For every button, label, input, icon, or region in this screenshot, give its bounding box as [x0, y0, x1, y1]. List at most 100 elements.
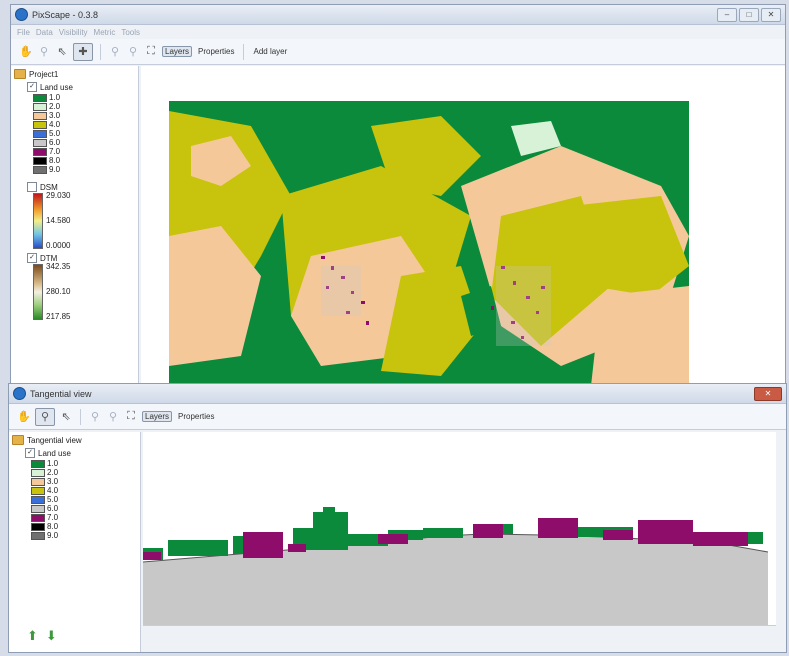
zoom-in-icon[interactable]: ⚲: [108, 44, 122, 60]
properties-button[interactable]: Properties: [176, 412, 216, 421]
add-layer-button[interactable]: Add layer: [251, 47, 289, 56]
legend-label: 3.0: [47, 477, 59, 486]
tangential-canvas[interactable]: [143, 432, 776, 638]
map-canvas[interactable]: [141, 66, 785, 389]
tangential-layer-panel: Tangential view ✓ Land use 1.0 2.0 3.0 4.0 5…: [9, 432, 141, 652]
minimize-button[interactable]: –: [717, 8, 737, 22]
tangential-toolbar: ✋ ⚲ ⇖ ⚲ ⚲ ⛶ Layers Properties: [9, 404, 786, 430]
legend-entry: 3.0: [31, 477, 140, 486]
toolbar-separator: [80, 408, 81, 425]
folder-icon: [14, 69, 26, 79]
legend-label: 2.0: [49, 102, 61, 111]
legend-swatch: [31, 486, 45, 495]
layer-dsm[interactable]: DSM: [11, 180, 138, 193]
layer-panel: Project1 ✓ Land use 1.0 2.0 3.0 4.0 5.0 6.0 7.…: [11, 66, 139, 389]
legend-swatch: [31, 468, 45, 477]
legend-entry: 5.0: [33, 129, 138, 138]
hand-icon[interactable]: ✋: [19, 44, 33, 60]
legend-entry: 9.0: [31, 531, 140, 540]
legend-label: 3.0: [49, 111, 61, 120]
legend-entry: 8.0: [31, 522, 140, 531]
layers-toggle[interactable]: Layers: [142, 411, 173, 422]
legend-label: 9.0: [47, 531, 59, 540]
land-use-legend: 1.0 2.0 3.0 4.0 5.0 6.0 7.0 8.0 9.0: [9, 459, 140, 540]
menu-visibility[interactable]: Visibility: [59, 28, 88, 37]
horizontal-scrollbar[interactable]: [143, 625, 776, 638]
toolbar-separator: [243, 43, 245, 60]
legend-swatch: [33, 156, 47, 165]
legend-label: 1.0: [49, 93, 61, 102]
toolbar-separator: [100, 43, 101, 60]
properties-button[interactable]: Properties: [196, 47, 236, 56]
legend-entry: 6.0: [33, 138, 138, 147]
layer-land-use[interactable]: ✓ Land use: [9, 446, 140, 459]
dsm-checkbox[interactable]: [27, 182, 37, 192]
legend-label: 1.0: [47, 459, 59, 468]
dsm-min-label: 0.0000: [46, 241, 71, 250]
legend-swatch: [33, 147, 47, 156]
layer-name: Land use: [38, 448, 71, 458]
close-button[interactable]: ✕: [754, 387, 782, 401]
tree-root[interactable]: Tangential view: [9, 432, 140, 446]
legend-label: 2.0: [47, 468, 59, 477]
arrow-up-icon[interactable]: ⬆: [27, 628, 38, 644]
legend-label: 7.0: [49, 147, 61, 156]
dtm-min-label: 217.85: [46, 312, 71, 321]
dsm-max-label: 29.030: [46, 191, 71, 200]
legend-swatch: [31, 513, 45, 522]
tangential-window: Tangential view ✕ ✋ ⚲ ⇖ ⚲ ⚲ ⛶ Layers Pro…: [8, 383, 787, 653]
zoom-extent-icon[interactable]: ⛶: [144, 44, 158, 60]
crosshair-icon[interactable]: ✚: [73, 42, 93, 61]
menu-file[interactable]: File: [17, 28, 30, 37]
magnifier-icon[interactable]: ⚲: [35, 407, 55, 426]
land-use-legend: 1.0 2.0 3.0 4.0 5.0 6.0 7.0 8.0 9.0: [11, 93, 138, 174]
zoom-extent-icon[interactable]: ⛶: [124, 409, 138, 425]
legend-swatch: [31, 504, 45, 513]
legend-label: 8.0: [49, 156, 61, 165]
folder-icon: [12, 435, 24, 445]
legend-label: 4.0: [49, 120, 61, 129]
legend-label: 5.0: [47, 495, 59, 504]
main-toolbar: ✋ ⚲ ⇖ ✚ ⚲ ⚲ ⛶ Layers Properties Add laye…: [11, 39, 785, 65]
dtm-gradient-legend: 342.35 280.10 217.85: [33, 262, 138, 322]
main-titlebar: PixScape - 0.3.8 – □ ✕: [11, 5, 785, 25]
legend-entry: 7.0: [33, 147, 138, 156]
tree-root[interactable]: Project1: [11, 66, 138, 80]
dtm-max-label: 342.35: [46, 262, 71, 271]
layer-order-controls: ⬆ ⬇: [27, 628, 57, 644]
app-logo-icon: [15, 8, 28, 21]
legend-label: 5.0: [49, 129, 61, 138]
legend-swatch: [33, 102, 47, 111]
arrow-down-icon[interactable]: ⬇: [46, 628, 57, 644]
legend-label: 9.0: [49, 165, 61, 174]
layer-name: Land use: [40, 82, 73, 92]
magnifier-icon[interactable]: ⚲: [37, 44, 51, 60]
menu-metric[interactable]: Metric: [94, 28, 116, 37]
legend-swatch: [33, 120, 47, 129]
zoom-out-icon[interactable]: ⚲: [126, 44, 140, 60]
close-button[interactable]: ✕: [761, 8, 781, 22]
legend-entry: 6.0: [31, 504, 140, 513]
menu-tools[interactable]: Tools: [121, 28, 140, 37]
layer-dtm[interactable]: ✓ DTM: [11, 251, 138, 264]
tangential-profile[interactable]: [143, 432, 776, 638]
layers-toggle[interactable]: Layers: [162, 46, 193, 57]
legend-swatch: [31, 531, 45, 540]
main-window: PixScape - 0.3.8 – □ ✕ File Data Visibil…: [10, 4, 786, 390]
maximize-button[interactable]: □: [739, 8, 759, 22]
zoom-out-icon[interactable]: ⚲: [106, 409, 120, 425]
pointer-icon[interactable]: ⇖: [55, 44, 69, 60]
legend-entry: 2.0: [31, 468, 140, 477]
land-use-checkbox[interactable]: ✓: [27, 82, 37, 92]
land-use-checkbox[interactable]: ✓: [25, 448, 35, 458]
menu-data[interactable]: Data: [36, 28, 53, 37]
legend-swatch: [31, 477, 45, 486]
legend-entry: 2.0: [33, 102, 138, 111]
hand-icon[interactable]: ✋: [17, 409, 31, 425]
dtm-checkbox[interactable]: ✓: [27, 253, 37, 263]
land-use-map[interactable]: [141, 66, 785, 389]
pointer-icon[interactable]: ⇖: [59, 409, 73, 425]
legend-swatch: [33, 138, 47, 147]
layer-land-use[interactable]: ✓ Land use: [11, 80, 138, 93]
zoom-in-icon[interactable]: ⚲: [88, 409, 102, 425]
